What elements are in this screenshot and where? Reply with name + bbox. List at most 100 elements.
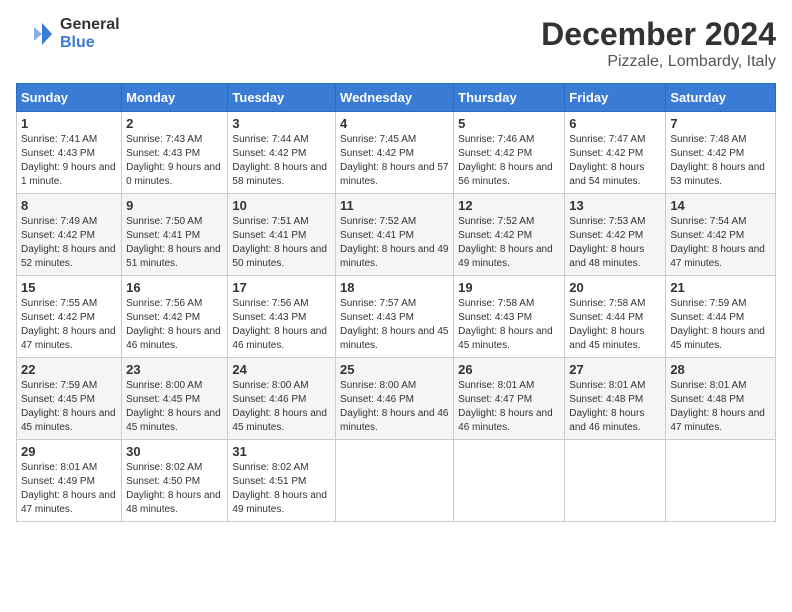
sunrise-label: Sunrise: 8:02 AM [232, 462, 308, 473]
sunset-label: Sunset: 4:49 PM [21, 476, 95, 487]
sunrise-label: Sunrise: 7:50 AM [126, 216, 202, 227]
sunrise-label: Sunrise: 7:53 AM [569, 216, 645, 227]
daylight-label: Daylight: 8 hours and 57 minutes. [340, 162, 448, 187]
daylight-label: Daylight: 8 hours and 46 minutes. [569, 408, 644, 433]
calendar-cell: 5 Sunrise: 7:46 AM Sunset: 4:42 PM Dayli… [454, 112, 565, 194]
day-number: 13 [569, 198, 661, 213]
calendar-cell: 27 Sunrise: 8:01 AM Sunset: 4:48 PM Dayl… [565, 358, 666, 440]
sunrise-label: Sunrise: 8:00 AM [232, 380, 308, 391]
sunset-label: Sunset: 4:43 PM [126, 148, 200, 159]
calendar-cell: 19 Sunrise: 7:58 AM Sunset: 4:43 PM Dayl… [454, 276, 565, 358]
sunset-label: Sunset: 4:43 PM [458, 312, 532, 323]
calendar-cell [336, 440, 454, 522]
sunrise-label: Sunrise: 8:02 AM [126, 462, 202, 473]
sunrise-label: Sunrise: 8:00 AM [340, 380, 416, 391]
col-header-friday: Friday [565, 84, 666, 112]
sunrise-label: Sunrise: 7:41 AM [21, 134, 97, 145]
sunset-label: Sunset: 4:47 PM [458, 394, 532, 405]
sunset-label: Sunset: 4:44 PM [569, 312, 643, 323]
daylight-label: Daylight: 8 hours and 46 minutes. [232, 326, 327, 351]
day-info: Sunrise: 7:52 AM Sunset: 4:42 PM Dayligh… [458, 215, 560, 271]
title-area: December 2024 Pizzale, Lombardy, Italy [541, 16, 776, 71]
day-info: Sunrise: 7:44 AM Sunset: 4:42 PM Dayligh… [232, 133, 331, 189]
day-number: 19 [458, 280, 560, 295]
sunrise-label: Sunrise: 7:59 AM [21, 380, 97, 391]
day-number: 17 [232, 280, 331, 295]
day-info: Sunrise: 7:58 AM Sunset: 4:44 PM Dayligh… [569, 297, 661, 353]
calendar-cell: 6 Sunrise: 7:47 AM Sunset: 4:42 PM Dayli… [565, 112, 666, 194]
day-info: Sunrise: 7:45 AM Sunset: 4:42 PM Dayligh… [340, 133, 449, 189]
sunset-label: Sunset: 4:43 PM [232, 312, 306, 323]
sunset-label: Sunset: 4:41 PM [126, 230, 200, 241]
sunset-label: Sunset: 4:42 PM [569, 230, 643, 241]
day-info: Sunrise: 8:00 AM Sunset: 4:45 PM Dayligh… [126, 379, 223, 435]
col-header-tuesday: Tuesday [228, 84, 336, 112]
logo-general: General [60, 16, 120, 33]
sunrise-label: Sunrise: 7:58 AM [569, 298, 645, 309]
daylight-label: Daylight: 8 hours and 49 minutes. [232, 490, 327, 515]
daylight-label: Daylight: 8 hours and 47 minutes. [670, 244, 765, 269]
month-title: December 2024 [541, 16, 776, 53]
day-number: 10 [232, 198, 331, 213]
day-number: 25 [340, 362, 449, 377]
calendar-cell: 15 Sunrise: 7:55 AM Sunset: 4:42 PM Dayl… [17, 276, 122, 358]
sunrise-label: Sunrise: 7:46 AM [458, 134, 534, 145]
sunrise-label: Sunrise: 8:01 AM [670, 380, 746, 391]
sunset-label: Sunset: 4:41 PM [340, 230, 414, 241]
day-number: 23 [126, 362, 223, 377]
day-number: 1 [21, 116, 117, 131]
daylight-label: Daylight: 9 hours and 1 minute. [21, 162, 116, 187]
day-number: 3 [232, 116, 331, 131]
daylight-label: Daylight: 8 hours and 47 minutes. [21, 490, 116, 515]
daylight-label: Daylight: 8 hours and 45 minutes. [21, 408, 116, 433]
sunset-label: Sunset: 4:42 PM [670, 230, 744, 241]
day-number: 9 [126, 198, 223, 213]
day-number: 28 [670, 362, 771, 377]
sunset-label: Sunset: 4:42 PM [340, 148, 414, 159]
calendar-cell: 17 Sunrise: 7:56 AM Sunset: 4:43 PM Dayl… [228, 276, 336, 358]
col-header-wednesday: Wednesday [336, 84, 454, 112]
day-number: 2 [126, 116, 223, 131]
calendar-cell: 8 Sunrise: 7:49 AM Sunset: 4:42 PM Dayli… [17, 194, 122, 276]
day-info: Sunrise: 8:01 AM Sunset: 4:49 PM Dayligh… [21, 461, 117, 517]
calendar-cell: 21 Sunrise: 7:59 AM Sunset: 4:44 PM Dayl… [666, 276, 776, 358]
logo-blue: Blue [60, 34, 95, 51]
logo-svg [16, 19, 56, 49]
calendar-cell: 11 Sunrise: 7:52 AM Sunset: 4:41 PM Dayl… [336, 194, 454, 276]
daylight-label: Daylight: 9 hours and 0 minutes. [126, 162, 221, 187]
daylight-label: Daylight: 8 hours and 45 minutes. [458, 326, 553, 351]
calendar-cell: 4 Sunrise: 7:45 AM Sunset: 4:42 PM Dayli… [336, 112, 454, 194]
day-number: 15 [21, 280, 117, 295]
day-info: Sunrise: 8:01 AM Sunset: 4:48 PM Dayligh… [569, 379, 661, 435]
calendar-cell: 7 Sunrise: 7:48 AM Sunset: 4:42 PM Dayli… [666, 112, 776, 194]
calendar-cell: 2 Sunrise: 7:43 AM Sunset: 4:43 PM Dayli… [122, 112, 228, 194]
sunrise-label: Sunrise: 7:54 AM [670, 216, 746, 227]
day-number: 4 [340, 116, 449, 131]
day-number: 11 [340, 198, 449, 213]
sunrise-label: Sunrise: 8:01 AM [21, 462, 97, 473]
calendar-cell [666, 440, 776, 522]
day-number: 12 [458, 198, 560, 213]
day-info: Sunrise: 8:01 AM Sunset: 4:47 PM Dayligh… [458, 379, 560, 435]
day-info: Sunrise: 7:59 AM Sunset: 4:45 PM Dayligh… [21, 379, 117, 435]
day-info: Sunrise: 7:56 AM Sunset: 4:42 PM Dayligh… [126, 297, 223, 353]
daylight-label: Daylight: 8 hours and 50 minutes. [232, 244, 327, 269]
day-info: Sunrise: 8:00 AM Sunset: 4:46 PM Dayligh… [340, 379, 449, 435]
calendar-table: SundayMondayTuesdayWednesdayThursdayFrid… [16, 83, 776, 522]
daylight-label: Daylight: 8 hours and 48 minutes. [569, 244, 644, 269]
day-number: 18 [340, 280, 449, 295]
sunset-label: Sunset: 4:45 PM [126, 394, 200, 405]
daylight-label: Daylight: 8 hours and 58 minutes. [232, 162, 327, 187]
sunset-label: Sunset: 4:50 PM [126, 476, 200, 487]
calendar-cell: 30 Sunrise: 8:02 AM Sunset: 4:50 PM Dayl… [122, 440, 228, 522]
calendar-week-4: 22 Sunrise: 7:59 AM Sunset: 4:45 PM Dayl… [17, 358, 776, 440]
calendar-week-2: 8 Sunrise: 7:49 AM Sunset: 4:42 PM Dayli… [17, 194, 776, 276]
calendar-cell: 18 Sunrise: 7:57 AM Sunset: 4:43 PM Dayl… [336, 276, 454, 358]
day-number: 14 [670, 198, 771, 213]
daylight-label: Daylight: 8 hours and 45 minutes. [232, 408, 327, 433]
day-info: Sunrise: 7:46 AM Sunset: 4:42 PM Dayligh… [458, 133, 560, 189]
calendar-header: SundayMondayTuesdayWednesdayThursdayFrid… [17, 84, 776, 112]
calendar-cell: 22 Sunrise: 7:59 AM Sunset: 4:45 PM Dayl… [17, 358, 122, 440]
day-number: 6 [569, 116, 661, 131]
calendar-cell: 14 Sunrise: 7:54 AM Sunset: 4:42 PM Dayl… [666, 194, 776, 276]
